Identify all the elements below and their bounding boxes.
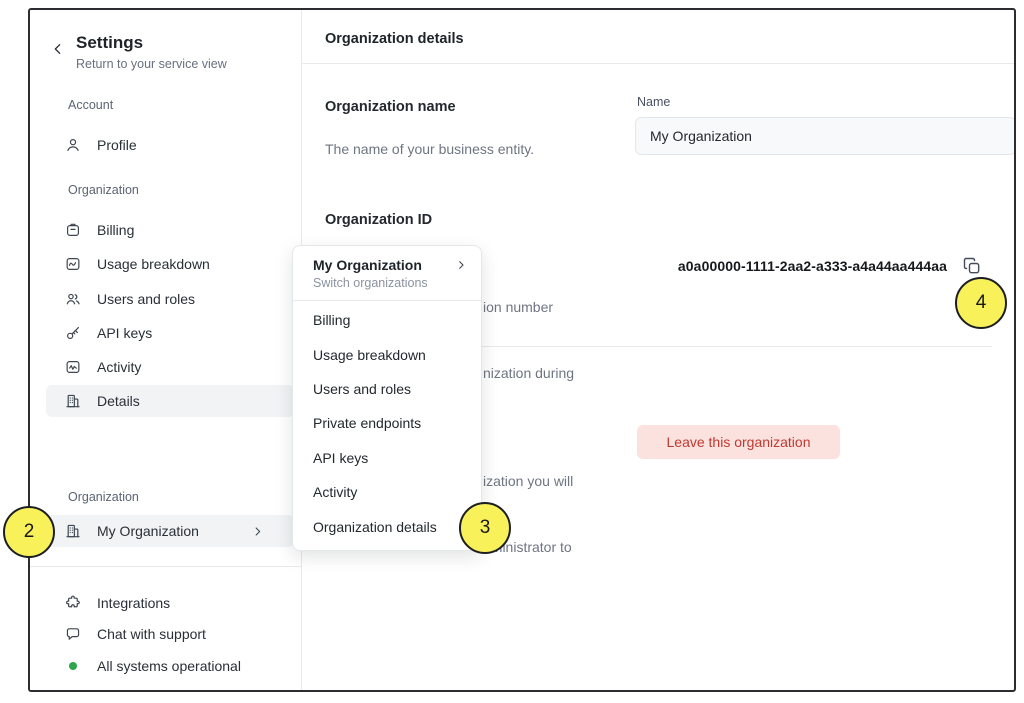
sidebar-item-label: My Organization xyxy=(97,523,199,539)
sidebar-subtitle[interactable]: Return to your service view xyxy=(76,57,227,71)
org-id-section-title: Organization ID xyxy=(325,212,432,228)
sidebar-item-my-organization[interactable]: My Organization xyxy=(46,515,294,547)
popover-item-activity[interactable]: Activity xyxy=(293,475,481,509)
sidebar-item-label: Chat with support xyxy=(97,626,206,642)
sidebar-item-activity[interactable]: Activity xyxy=(46,351,294,383)
sidebar-item-label: API keys xyxy=(97,325,152,341)
org-id-description-fragment: ion number nization during xyxy=(483,252,574,428)
copy-icon xyxy=(962,256,984,276)
sidebar-item-api-keys[interactable]: API keys xyxy=(46,317,294,349)
sidebar-item-label: Details xyxy=(97,393,140,409)
usage-chart-icon xyxy=(64,255,82,273)
sidebar-item-users-and-roles[interactable]: Users and roles xyxy=(46,283,294,315)
name-field-label: Name xyxy=(637,95,670,109)
section-label-organization-switcher: Organization xyxy=(68,490,139,504)
chevron-right-icon xyxy=(455,259,467,271)
status-label: All systems operational xyxy=(97,658,241,674)
annotation-number: 4 xyxy=(976,292,987,314)
popover-org-subtitle: Switch organizations xyxy=(313,276,467,290)
popover-current-organization[interactable]: My Organization Switch organizations xyxy=(293,246,481,300)
section-label-account: Account xyxy=(68,98,113,112)
popover-item-users-and-roles[interactable]: Users and roles xyxy=(293,372,481,406)
annotation-step-4: 4 xyxy=(955,277,1007,329)
popover-item-api-keys[interactable]: API keys xyxy=(293,441,481,475)
popover-item-private-endpoints[interactable]: Private endpoints xyxy=(293,406,481,440)
popover-org-name: My Organization xyxy=(313,257,422,273)
sidebar-item-profile[interactable]: Profile xyxy=(46,129,294,161)
org-name-section-title: Organization name xyxy=(325,99,456,115)
key-icon xyxy=(64,324,82,342)
sidebar-item-system-status[interactable]: All systems operational xyxy=(46,651,294,681)
copy-id-button[interactable] xyxy=(960,253,986,279)
leave-organization-button[interactable]: Leave this organization xyxy=(637,425,840,459)
page-title: Organization details xyxy=(325,31,464,47)
chevron-right-icon xyxy=(251,525,264,538)
organization-switcher-popover: My Organization Switch organizations Bil… xyxy=(292,245,482,551)
chevron-left-icon xyxy=(50,41,72,57)
organization-id-value: a0a00000-1111-2aa2-a333-a4a44aa444aa xyxy=(678,258,947,274)
user-icon xyxy=(64,136,82,154)
chat-bubble-icon xyxy=(64,625,82,643)
sidebar-item-details[interactable]: Details xyxy=(46,385,294,417)
annotation-number: 3 xyxy=(480,517,491,539)
sidebar-title: Settings xyxy=(76,33,143,53)
sidebar-item-label: Usage breakdown xyxy=(97,256,210,272)
back-button[interactable] xyxy=(50,38,72,60)
puzzle-icon xyxy=(64,594,82,612)
header-divider xyxy=(302,63,1014,64)
building-icon xyxy=(64,522,82,540)
sidebar-item-billing[interactable]: Billing xyxy=(46,214,294,246)
sidebar-item-label: Billing xyxy=(97,222,134,238)
popover-item-billing[interactable]: Billing xyxy=(293,303,481,337)
sidebar-divider xyxy=(30,566,302,567)
sidebar-item-label: Activity xyxy=(97,359,141,375)
organization-name-input[interactable] xyxy=(635,117,1016,155)
section-label-organization: Organization xyxy=(68,183,139,197)
annotation-number: 2 xyxy=(24,521,35,543)
sidebar-item-label: Users and roles xyxy=(97,291,195,307)
sidebar-item-label: Integrations xyxy=(97,595,170,611)
billing-icon xyxy=(64,221,82,239)
org-name-section-description: The name of your business entity. xyxy=(325,138,534,160)
users-icon xyxy=(64,290,82,308)
sidebar: Settings Return to your service view Acc… xyxy=(30,10,302,690)
sidebar-item-label: Profile xyxy=(97,137,137,153)
annotation-step-3: 3 xyxy=(459,502,511,554)
popover-item-usage-breakdown[interactable]: Usage breakdown xyxy=(293,337,481,371)
popover-menu: Billing Usage breakdown Users and roles … xyxy=(293,301,481,544)
sidebar-item-usage-breakdown[interactable]: Usage breakdown xyxy=(46,248,294,280)
settings-window: Settings Return to your service view Acc… xyxy=(28,8,1016,692)
annotation-step-2: 2 xyxy=(3,506,55,558)
building-icon xyxy=(64,392,82,410)
sidebar-item-integrations[interactable]: Integrations xyxy=(46,588,294,618)
activity-icon xyxy=(64,358,82,376)
popover-item-organization-details[interactable]: Organization details xyxy=(293,509,481,543)
sidebar-item-chat-support[interactable]: Chat with support xyxy=(46,619,294,649)
status-dot-icon xyxy=(69,662,77,670)
